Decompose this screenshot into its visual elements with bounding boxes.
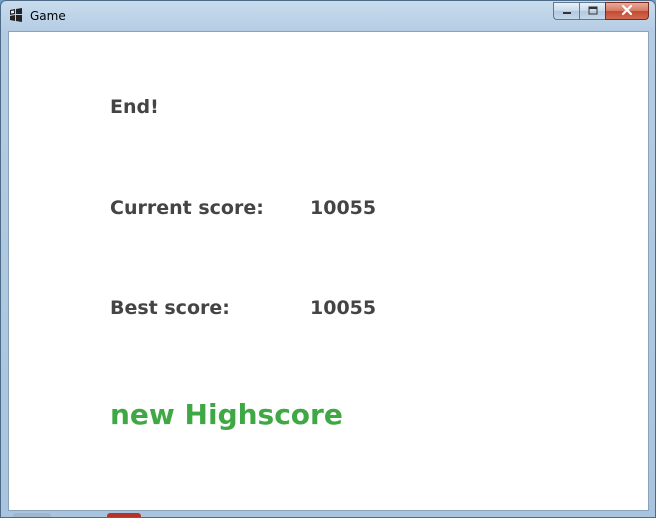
maximize-icon bbox=[588, 2, 598, 20]
minimize-icon bbox=[562, 2, 572, 20]
close-icon bbox=[621, 2, 633, 20]
close-button[interactable] bbox=[605, 2, 649, 20]
window-bottom-border bbox=[1, 511, 655, 517]
maximize-button[interactable] bbox=[579, 2, 605, 20]
current-score-label: Current score: bbox=[110, 197, 264, 219]
caption-buttons bbox=[553, 2, 649, 21]
new-highscore-message: new Highscore bbox=[110, 398, 343, 431]
end-label: End! bbox=[110, 96, 159, 118]
game-app-icon[interactable] bbox=[8, 7, 24, 23]
game-canvas[interactable]: End! Current score: 10055 Best score: 10… bbox=[8, 31, 649, 511]
game-window: Game End! Current score: 10055 Best scor… bbox=[0, 0, 656, 518]
title-bar[interactable]: Game bbox=[1, 1, 655, 31]
minimize-button[interactable] bbox=[553, 2, 579, 20]
bottom-edge-mark bbox=[13, 513, 51, 517]
best-score-label: Best score: bbox=[110, 297, 230, 319]
bottom-edge-mark bbox=[107, 513, 141, 517]
window-title: Game bbox=[30, 9, 66, 23]
current-score-value: 10055 bbox=[310, 197, 377, 219]
best-score-value: 10055 bbox=[310, 297, 377, 319]
